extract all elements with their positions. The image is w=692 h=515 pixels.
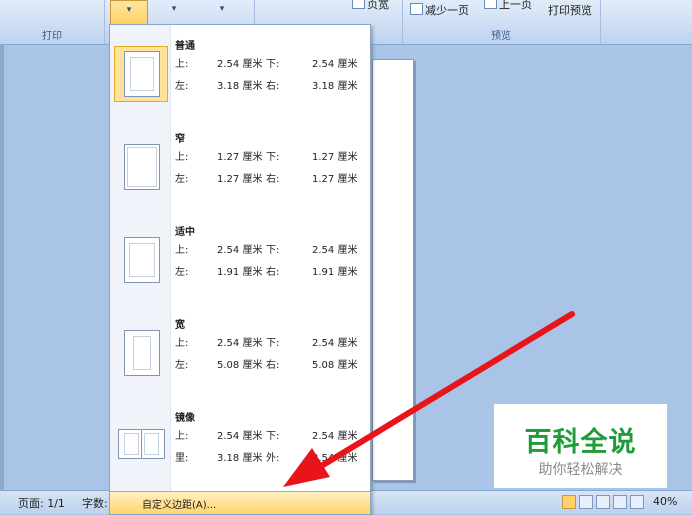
narrow-margin-icon [118, 142, 164, 192]
margin-preset-mirrored[interactable]: 镜像 上: 2.54 厘米 下: 2.54 厘米 里: 3.18 厘米 外: 2… [110, 401, 370, 481]
mirrored-margin-icon [118, 421, 165, 471]
margin-preset-normal[interactable]: 普通 上: 2.54 厘米 下: 2.54 厘米 左: 3.18 厘米 右: 3… [110, 29, 370, 109]
margins-menu: 普通 上: 2.54 厘米 下: 2.54 厘米 左: 3.18 厘米 右: 3… [109, 24, 371, 515]
document-page [372, 59, 414, 481]
full-screen-reading-view-button[interactable] [579, 495, 593, 509]
preset-name: 宽 [175, 320, 185, 331]
word-count[interactable]: 字数: [82, 495, 108, 511]
preview-group: 预览 [402, 0, 601, 44]
margin-preset-wide[interactable]: 宽 上: 2.54 厘米 下: 2.54 厘米 左: 5.08 厘米 右: 5.… [110, 308, 370, 388]
outline-view-button[interactable] [613, 495, 627, 509]
page-count[interactable]: 页面: 1/1 [18, 495, 65, 511]
custom-margins-menu-item[interactable]: 自定义边距(A)... [110, 491, 370, 514]
preset-name: 适中 [175, 227, 195, 238]
preview-group-label: 预览 [491, 31, 511, 42]
zoom-level[interactable]: 40% [653, 495, 677, 508]
margin-preset-moderate[interactable]: 适中 上: 2.54 厘米 下: 2.54 厘米 左: 1.91 厘米 右: 1… [110, 215, 370, 295]
draft-view-button[interactable] [630, 495, 644, 509]
watermark-title: 百科全说 [524, 427, 637, 458]
moderate-margin-icon [118, 235, 164, 285]
web-layout-view-button[interactable] [596, 495, 610, 509]
watermark-logo: 百科全说 助你轻松解决 [494, 404, 667, 488]
normal-margin-icon [114, 46, 168, 102]
preset-name: 镜像 [175, 413, 195, 424]
custom-margins-label: 自定义边距(A)... [142, 500, 217, 511]
print-layout-view-button[interactable] [562, 495, 576, 509]
watermark-subtitle: 助你轻松解决 [538, 462, 623, 478]
wide-margin-icon [118, 328, 164, 378]
preset-name: 普通 [175, 41, 195, 52]
margin-preset-narrow[interactable]: 窄 上: 1.27 厘米 下: 1.27 厘米 左: 1.27 厘米 右: 1.… [110, 122, 370, 202]
vertical-ruler [0, 44, 4, 490]
preset-name: 窄 [175, 134, 185, 145]
